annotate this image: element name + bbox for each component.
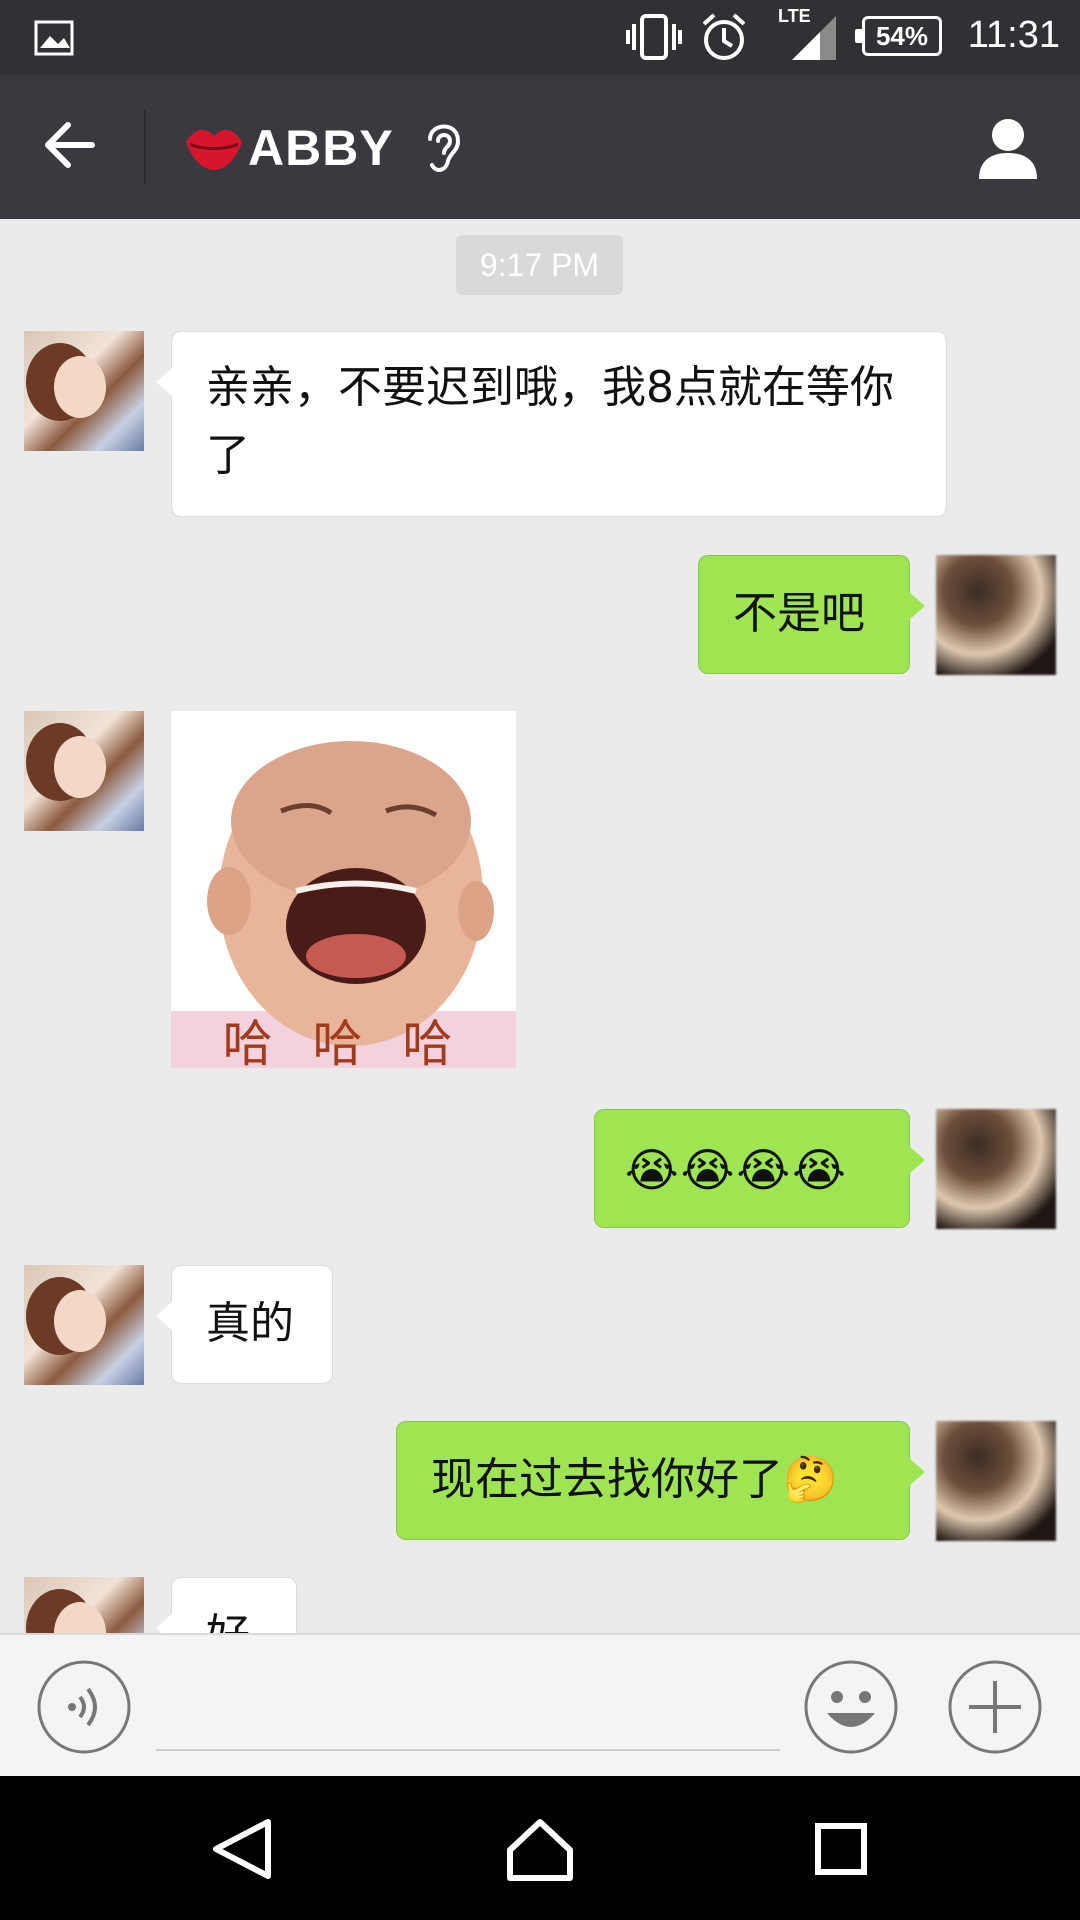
message-bubble-outgoing[interactable]: 现在过去找你好了🤔 [396, 1421, 925, 1540]
message-bubble-incoming[interactable]: 好 [156, 1577, 297, 1633]
signal-icon [792, 16, 836, 60]
nav-back-icon[interactable] [202, 1816, 282, 1882]
alarm-icon [702, 13, 746, 60]
contact-avatar[interactable] [24, 711, 144, 831]
message-text: 😭😭😭😭 [625, 1143, 848, 1197]
message-input[interactable] [156, 1749, 780, 1751]
clock: 11:31 [967, 14, 1060, 56]
contact-name[interactable]: ABBY [248, 119, 394, 177]
message-text: 现在过去找你好了🤔 [431, 1454, 838, 1505]
message-text: 不是吧 [733, 588, 865, 639]
status-bar: LTE 54% 11:31 [0, 0, 1080, 75]
header-divider [144, 110, 146, 184]
message-list[interactable]: 9:17 PM 亲亲，不要迟到哦，我8点就在等你了 不是吧 哈 哈 哈 😭😭😭😭 [0, 219, 1080, 1633]
nav-home-icon[interactable] [500, 1816, 580, 1882]
contact-avatar[interactable] [24, 1577, 144, 1633]
contact-avatar[interactable] [24, 1265, 144, 1385]
profile-icon[interactable] [975, 115, 1041, 181]
nav-recent-icon[interactable] [800, 1816, 880, 1882]
message-text: 亲亲，不要迟到哦，我8点就在等你了 [206, 362, 894, 481]
message-bubble-incoming[interactable]: 亲亲，不要迟到哦，我8点就在等你了 [156, 331, 947, 517]
lips-icon [186, 129, 242, 170]
message-bubble-outgoing[interactable]: 😭😭😭😭 [594, 1109, 925, 1228]
my-avatar[interactable] [936, 1421, 1056, 1541]
message-text: 好 [206, 1610, 250, 1633]
voice-icon[interactable] [36, 1659, 132, 1755]
emoji-icon[interactable] [803, 1659, 899, 1755]
chat-header: ABBY [0, 75, 1080, 219]
my-avatar[interactable] [936, 555, 1056, 675]
plus-icon[interactable] [947, 1659, 1043, 1755]
my-avatar[interactable] [936, 1109, 1056, 1229]
battery-icon: 54% [855, 16, 942, 56]
contact-avatar[interactable] [24, 331, 144, 451]
battery-level: 54% [875, 21, 929, 51]
ear-icon [428, 124, 461, 172]
laughing-baby-sticker[interactable]: 哈 哈 哈 [171, 711, 516, 1068]
message-bubble-incoming[interactable]: 真的 [156, 1265, 333, 1384]
vibrate-icon [626, 14, 682, 60]
back-arrow-icon[interactable] [40, 115, 100, 175]
message-bubble-outgoing[interactable]: 不是吧 [698, 555, 925, 674]
system-nav-bar [0, 1776, 1080, 1920]
message-timestamp: 9:17 PM [456, 235, 623, 295]
sticker-caption: 哈 哈 哈 [222, 1015, 465, 1068]
message-text: 真的 [206, 1298, 294, 1349]
message-input-bar [0, 1633, 1080, 1776]
gallery-icon [34, 20, 74, 56]
